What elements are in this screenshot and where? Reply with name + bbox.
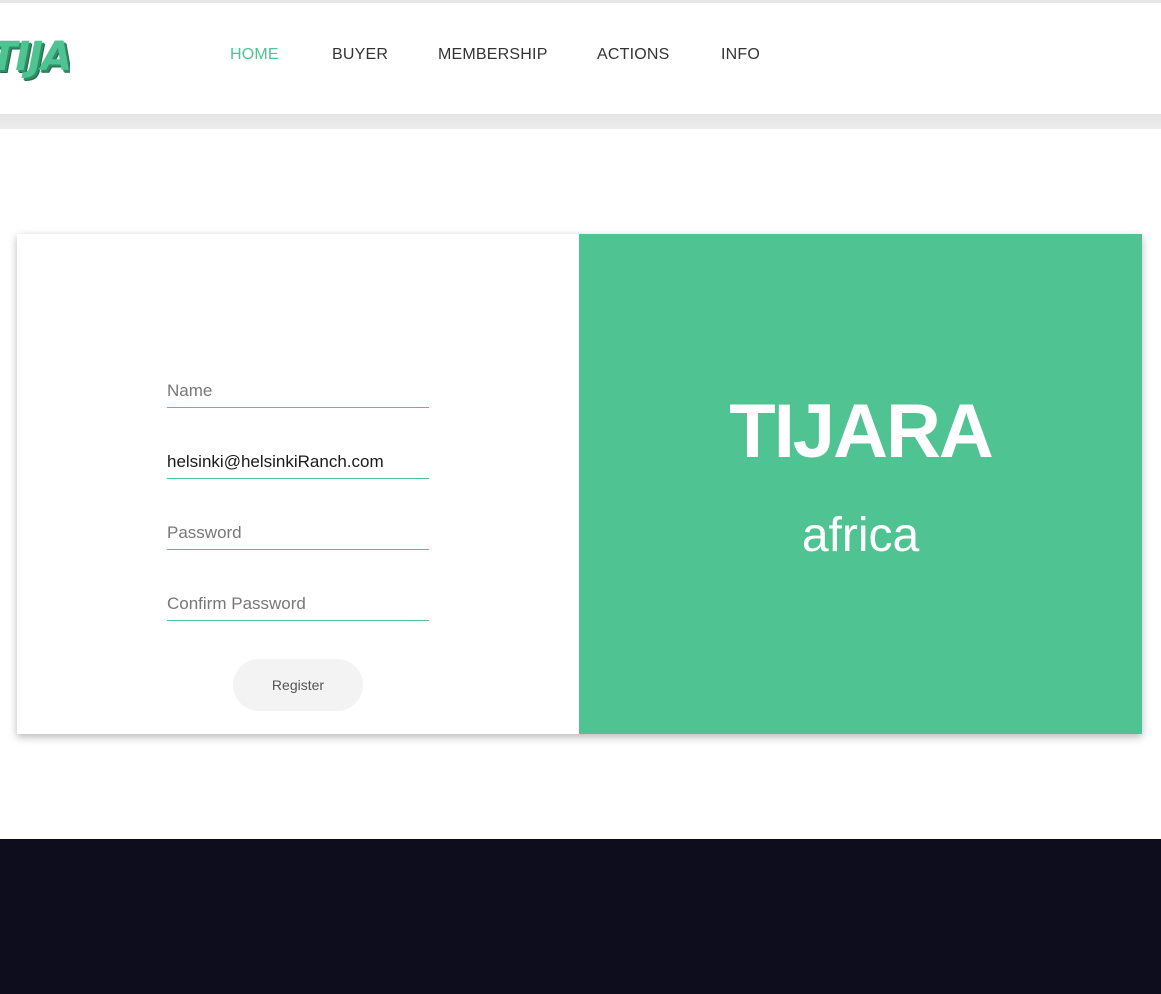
brand-panel: TIJARA africa [579, 234, 1142, 734]
nav-membership[interactable]: MEMBERSHIP [438, 43, 548, 67]
password-input[interactable] [167, 519, 429, 547]
logo[interactable]: TIJARA [0, 27, 70, 87]
name-input[interactable] [167, 377, 429, 405]
brand-subtitle: africa [801, 509, 920, 562]
email-input[interactable] [167, 448, 429, 476]
header-divider [0, 114, 1161, 129]
page: TIJARA HOME BUYER MEMBERSHIP ACTIONS INF… [0, 0, 1161, 994]
confirm-password-input[interactable] [167, 590, 429, 618]
register-button[interactable]: Register [233, 659, 363, 711]
nav-home[interactable]: HOME [230, 43, 279, 67]
nav-actions[interactable]: ACTIONS [597, 43, 670, 67]
site-footer [0, 839, 1161, 994]
nav-info[interactable]: INFO [721, 43, 760, 67]
logo-text: TIJARA [0, 34, 70, 80]
name-field [167, 377, 429, 408]
email-field [167, 448, 429, 479]
password-field [167, 519, 429, 550]
nav-buyer[interactable]: BUYER [332, 43, 388, 67]
confirm-password-field [167, 590, 429, 621]
brand-title: TIJARA [729, 389, 993, 474]
register-card: Register TIJARA africa [17, 234, 1142, 734]
register-form: Register [17, 234, 579, 734]
site-header: TIJARA HOME BUYER MEMBERSHIP ACTIONS INF… [0, 3, 1161, 114]
